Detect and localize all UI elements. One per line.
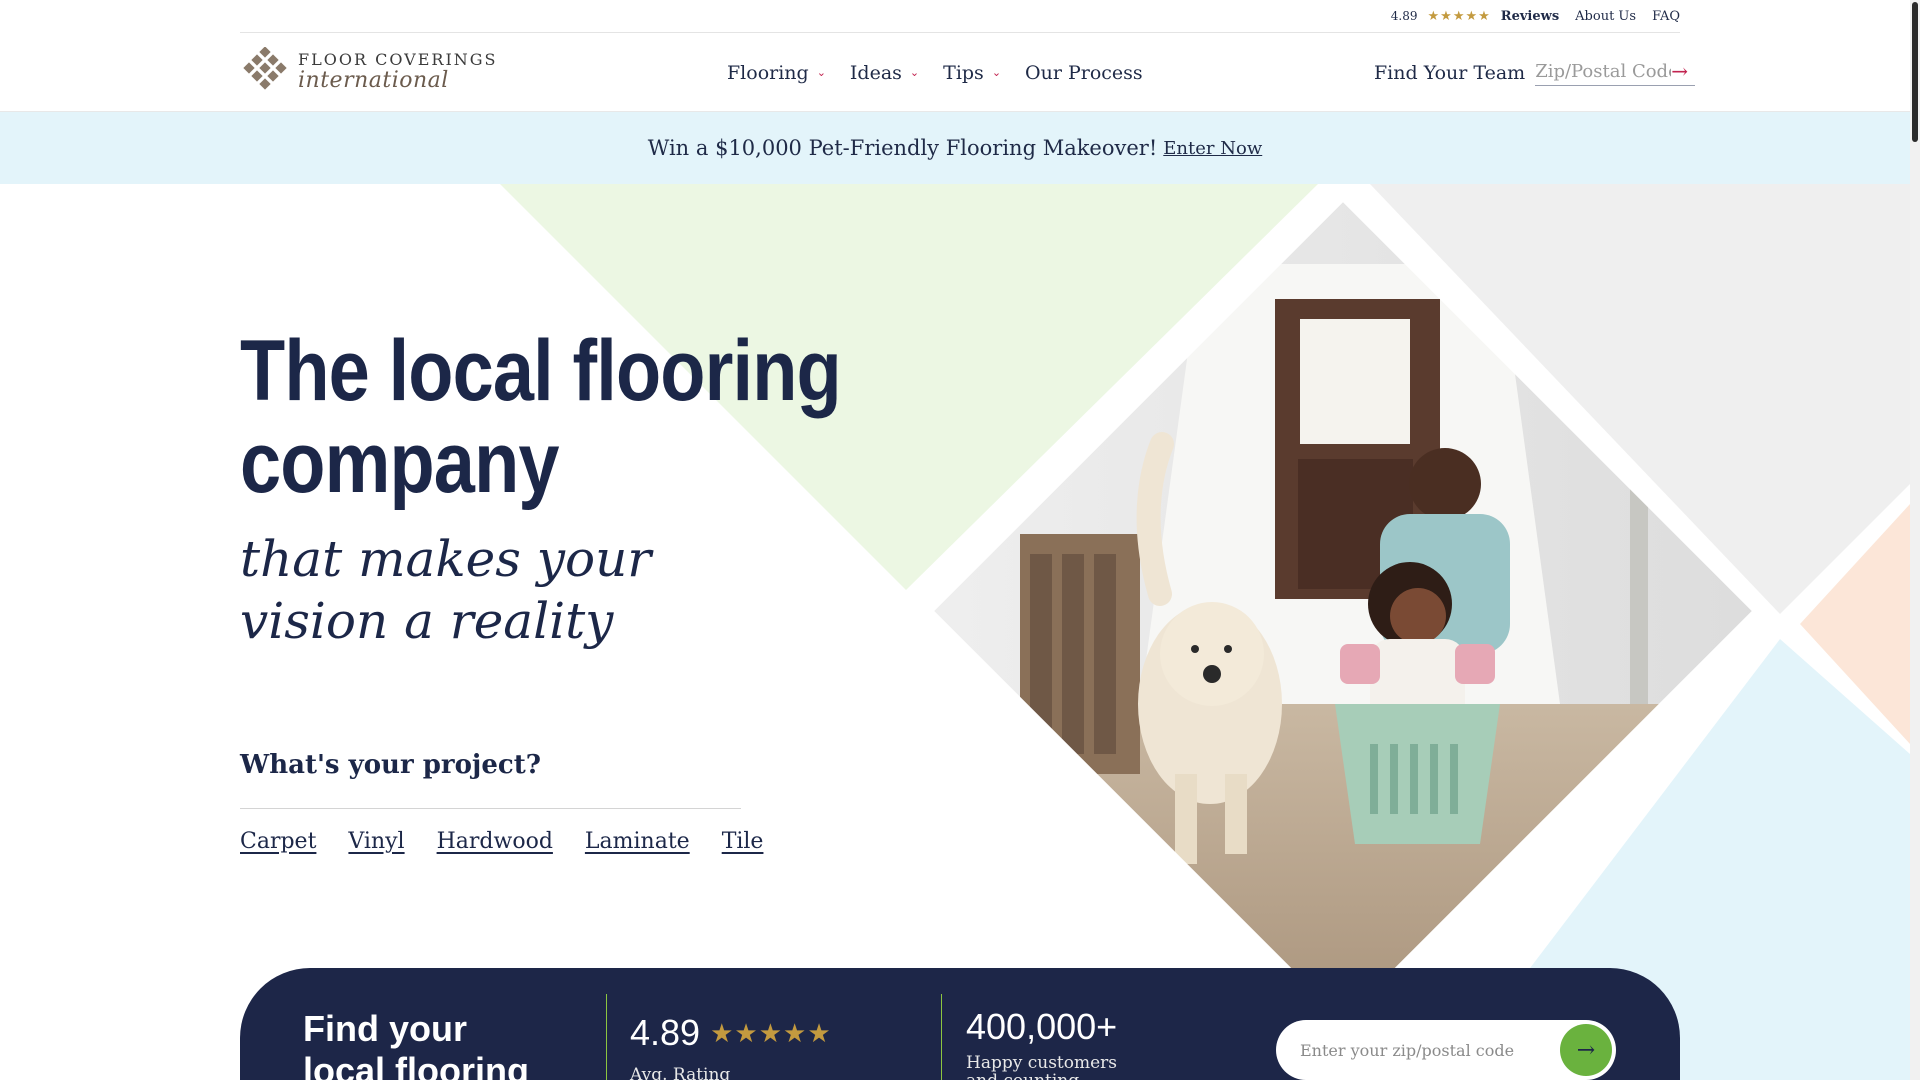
hero-title: The local flooring company <box>240 323 842 511</box>
header-zip-field: → <box>1535 59 1696 86</box>
scrollbar[interactable] <box>1910 0 1920 1080</box>
nav-flooring[interactable]: Flooring ⌄ <box>727 62 826 84</box>
main-nav: Flooring ⌄ Ideas ⌄ Tips ⌄ Our Process <box>727 33 1143 112</box>
nav-ideas[interactable]: Ideas ⌄ <box>850 62 919 84</box>
divider <box>941 994 942 1080</box>
stats-bar: Find your local flooring team 4.89 ★★★★★… <box>240 968 1680 1080</box>
arrow-right-icon[interactable]: → <box>1671 59 1688 83</box>
customers-value: 400,000+ <box>966 1006 1118 1047</box>
scrollbar-thumb[interactable] <box>1912 2 1918 142</box>
project-links: Carpet Vinyl Hardwood Laminate Tile <box>240 829 763 854</box>
project-link-vinyl[interactable]: Vinyl <box>348 829 404 854</box>
stats-zip-field: → <box>1276 1020 1616 1080</box>
find-your-team: Find Your Team → <box>1374 33 1696 112</box>
chevron-down-icon: ⌄ <box>816 66 826 79</box>
site-logo[interactable]: FLOOR COVERINGS international <box>240 46 498 97</box>
diamond-logo-icon <box>240 46 290 97</box>
star-icons: ★★★★★ <box>1427 8 1491 24</box>
stats-title: Find your local flooring team <box>303 1008 530 1080</box>
customers-label: Happy customers <box>966 1053 1118 1073</box>
customers-stat: 400,000+ Happy customers and counting <box>966 1006 1117 1080</box>
rating-label: Avg. Rating <box>630 1065 731 1080</box>
logo-wordmark: FLOOR COVERINGS <box>298 50 498 69</box>
promo-banner: Win a $10,000 Pet-Friendly Flooring Make… <box>0 112 1910 184</box>
rating-value: 4.89 <box>630 1012 701 1053</box>
divider <box>240 808 741 809</box>
utility-bar: 4.89 ★★★★★ Reviews About Us FAQ <box>240 0 1680 33</box>
project-link-tile[interactable]: Tile <box>722 829 764 854</box>
utility-rating: 4.89 <box>1390 9 1418 23</box>
chevron-down-icon: ⌄ <box>991 66 1002 79</box>
header-zip-input[interactable] <box>1535 60 1672 82</box>
find-team-label: Find Your Team <box>1374 61 1526 84</box>
enter-now-link[interactable]: Enter Now <box>1163 138 1262 159</box>
faq-link[interactable]: FAQ <box>1652 9 1680 24</box>
stats-zip-input[interactable] <box>1300 1040 1550 1060</box>
hero-subtitle: that makes your vision a reality <box>240 530 652 650</box>
rating-stat: 4.89 ★★★★★ Avg. Rating <box>630 1012 832 1080</box>
project-link-laminate[interactable]: Laminate <box>585 829 690 854</box>
star-icons: ★★★★★ <box>710 1017 832 1048</box>
divider <box>606 994 607 1080</box>
promo-text: Win a $10,000 Pet-Friendly Flooring Make… <box>647 136 1158 160</box>
nav-our-process[interactable]: Our Process <box>1025 62 1143 84</box>
logo-script: international <box>298 68 449 93</box>
reviews-link[interactable]: Reviews <box>1501 9 1559 24</box>
about-us-link[interactable]: About Us <box>1575 9 1636 24</box>
project-link-carpet[interactable]: Carpet <box>240 829 316 854</box>
site-header: FLOOR COVERINGS international Flooring ⌄… <box>0 33 1910 112</box>
chevron-down-icon: ⌄ <box>909 66 920 79</box>
project-link-hardwood[interactable]: Hardwood <box>437 829 553 854</box>
project-question: What's your project? <box>240 750 541 780</box>
nav-tips[interactable]: Tips ⌄ <box>943 62 1001 84</box>
arrow-right-icon[interactable]: → <box>1560 1024 1612 1076</box>
